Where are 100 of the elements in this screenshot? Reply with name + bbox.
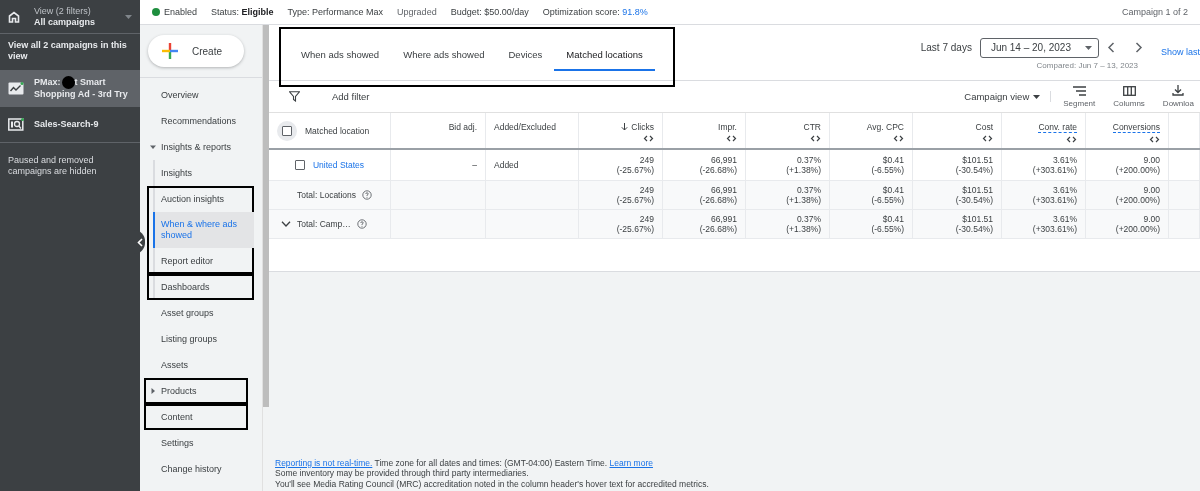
campaign-item[interactable]: PMax: t Smart Shopping Ad - 3rd Try xyxy=(0,70,140,107)
create-button[interactable]: Create xyxy=(148,35,244,67)
home-icon[interactable] xyxy=(8,10,20,23)
expand-chevron-icon[interactable] xyxy=(281,221,291,227)
column-header[interactable]: Avg. CPC xyxy=(866,122,904,132)
add-filter[interactable]: Add filter xyxy=(332,91,370,102)
view-name: All campaigns xyxy=(34,16,97,28)
nav-item[interactable]: Assets xyxy=(140,352,262,378)
column-header[interactable]: Impr. xyxy=(718,122,737,132)
metric-cell: $101.51 (-30.54%) xyxy=(913,210,1002,238)
metric-cell: $0.41 (-6.55%) xyxy=(830,210,913,238)
nav-item[interactable]: Content xyxy=(144,404,248,430)
column-header[interactable]: CTR xyxy=(803,122,821,132)
tab[interactable]: Devices xyxy=(496,40,555,71)
metric-cell: 3.61% (+303.61%) xyxy=(1002,150,1086,180)
metric-cell: 0.37% (+1.38%) xyxy=(746,210,830,238)
metric-cell: 0.37% (+1.38%) xyxy=(746,181,830,209)
bid-adjustment: – xyxy=(472,160,477,170)
sort-arrows-icon[interactable] xyxy=(726,135,737,142)
metric-cell: $0.41 (-6.55%) xyxy=(830,181,913,209)
toolbar-button[interactable]: Columns xyxy=(1107,85,1151,108)
campaign-name: PMax: xyxy=(34,77,61,88)
tab[interactable]: When ads showed xyxy=(289,40,392,71)
status-field: Optimization score: 91.8% xyxy=(542,7,648,17)
campaigns-header[interactable]: View all 2 campaigns in this view xyxy=(0,34,140,70)
plus-icon xyxy=(162,43,178,59)
help-icon[interactable] xyxy=(362,190,373,200)
dropdown-caret-icon xyxy=(1084,45,1092,50)
column-header[interactable]: Bid adj. xyxy=(448,122,477,132)
column-header[interactable]: Conversions xyxy=(1112,122,1160,133)
nav-item[interactable]: Insights xyxy=(155,160,262,186)
metric-cell: $0.41 (-6.55%) xyxy=(830,150,913,180)
total-label: Total: Locations xyxy=(297,190,357,200)
nav-item[interactable]: Listing groups xyxy=(140,326,262,352)
filter-icon[interactable] xyxy=(289,91,300,102)
chevron-right-icon[interactable] xyxy=(1134,42,1143,53)
columns-icon xyxy=(1122,85,1136,96)
nav-item[interactable]: Insights & reports xyxy=(140,134,262,160)
caret-right-icon[interactable] xyxy=(150,388,156,394)
dropdown-caret-icon[interactable] xyxy=(125,14,132,19)
metric-cell: 9.00 (+200.00%) xyxy=(1086,150,1169,180)
metric-cell: 66,991 (-26.68%) xyxy=(663,181,746,209)
campaign-name: Sales-Search-9 xyxy=(34,119,99,130)
column-header[interactable]: Clicks xyxy=(631,122,654,132)
hidden-campaigns-note: Paused and removed campaigns are hidden xyxy=(7,154,98,178)
nav-item[interactable]: Products xyxy=(144,378,248,404)
status-field: Budget: $50.00/day xyxy=(450,7,529,17)
checkbox[interactable] xyxy=(282,125,292,136)
metric-cell: 3.61% (+303.61%) xyxy=(1002,210,1086,238)
column-header[interactable]: Conv. rate xyxy=(1038,122,1077,133)
column-header[interactable]: Matched location xyxy=(305,125,370,136)
metric-cell: 66,991 (-26.68%) xyxy=(663,210,746,238)
metric-cell: 249 (-25.67%) xyxy=(579,150,663,180)
date-range-picker[interactable]: Jun 14 – 20, 2023 xyxy=(979,37,1099,58)
nav-item[interactable]: Auction insights xyxy=(155,186,254,212)
metric-cell: 9.00 (+200.00%) xyxy=(1086,181,1169,209)
footer-note: Some inventory may be provided through third party intermediaries. xyxy=(275,468,530,479)
campaign-view-dropdown[interactable]: Campaign view xyxy=(954,91,1052,102)
chevron-left-icon xyxy=(136,237,143,247)
date-preset: Last 7 days xyxy=(920,42,972,53)
nav-item[interactable]: Dashboards xyxy=(155,274,254,300)
column-header[interactable]: Added/Excluded xyxy=(494,122,570,132)
reporting-link[interactable]: Reporting is not real-time. xyxy=(275,457,373,468)
nav-item[interactable]: Change history xyxy=(140,456,262,482)
metric-cell: 3.61% (+303.61%) xyxy=(1002,181,1086,209)
campaign-name: t Smart xyxy=(74,77,106,88)
footer-note: Reporting is not real-time. Time zone for all dates and times: (GMT-04:00) Eastern Time. Learn more xyxy=(275,457,654,468)
location-link[interactable]: United States xyxy=(313,160,364,170)
help-icon[interactable] xyxy=(356,219,367,229)
tab[interactable]: Matched locations xyxy=(554,40,655,71)
status-field: Type: Performance Max xyxy=(287,7,384,17)
sort-arrows-icon[interactable] xyxy=(1149,136,1160,143)
column-header[interactable]: Cost xyxy=(975,122,993,132)
sort-arrows-icon[interactable] xyxy=(643,135,654,142)
nav-item[interactable]: Recommendations xyxy=(140,108,262,134)
sort-down-arrow-icon[interactable] xyxy=(621,123,629,131)
status-field: Upgraded xyxy=(397,7,437,17)
sort-arrows-icon[interactable] xyxy=(810,135,821,142)
sort-arrows-icon[interactable] xyxy=(893,135,904,142)
chevron-left-icon[interactable] xyxy=(1106,42,1115,53)
status-dot xyxy=(152,8,160,16)
checkbox[interactable] xyxy=(295,160,305,170)
learn-more-link[interactable]: Learn more xyxy=(609,457,653,468)
nav-item[interactable]: Report editor xyxy=(155,248,254,274)
caret-down-icon[interactable] xyxy=(150,144,156,150)
compared-range: Compared: Jun 7 – 13, 2023 xyxy=(1036,60,1138,70)
nav-item[interactable]: When & where ads showed xyxy=(153,212,254,248)
nav-item[interactable]: Settings xyxy=(140,430,262,456)
nav-item[interactable]: Overview xyxy=(140,82,262,108)
metric-cell: 9.00 (+200.00%) xyxy=(1086,210,1169,238)
toolbar-button[interactable]: Segment xyxy=(1057,85,1102,108)
dropdown-caret-icon xyxy=(1033,94,1041,99)
trend-chart-icon xyxy=(8,81,24,95)
nav-item[interactable]: Asset groups xyxy=(140,300,262,326)
sort-arrows-icon[interactable] xyxy=(982,135,993,142)
metric-cell: 0.37% (+1.38%) xyxy=(746,150,830,180)
sort-arrows-icon[interactable] xyxy=(1066,136,1077,143)
tab[interactable]: Where ads showed xyxy=(391,40,497,71)
toolbar-button[interactable]: Downloa xyxy=(1156,85,1200,108)
show-last-link[interactable]: Show last xyxy=(1160,46,1200,57)
